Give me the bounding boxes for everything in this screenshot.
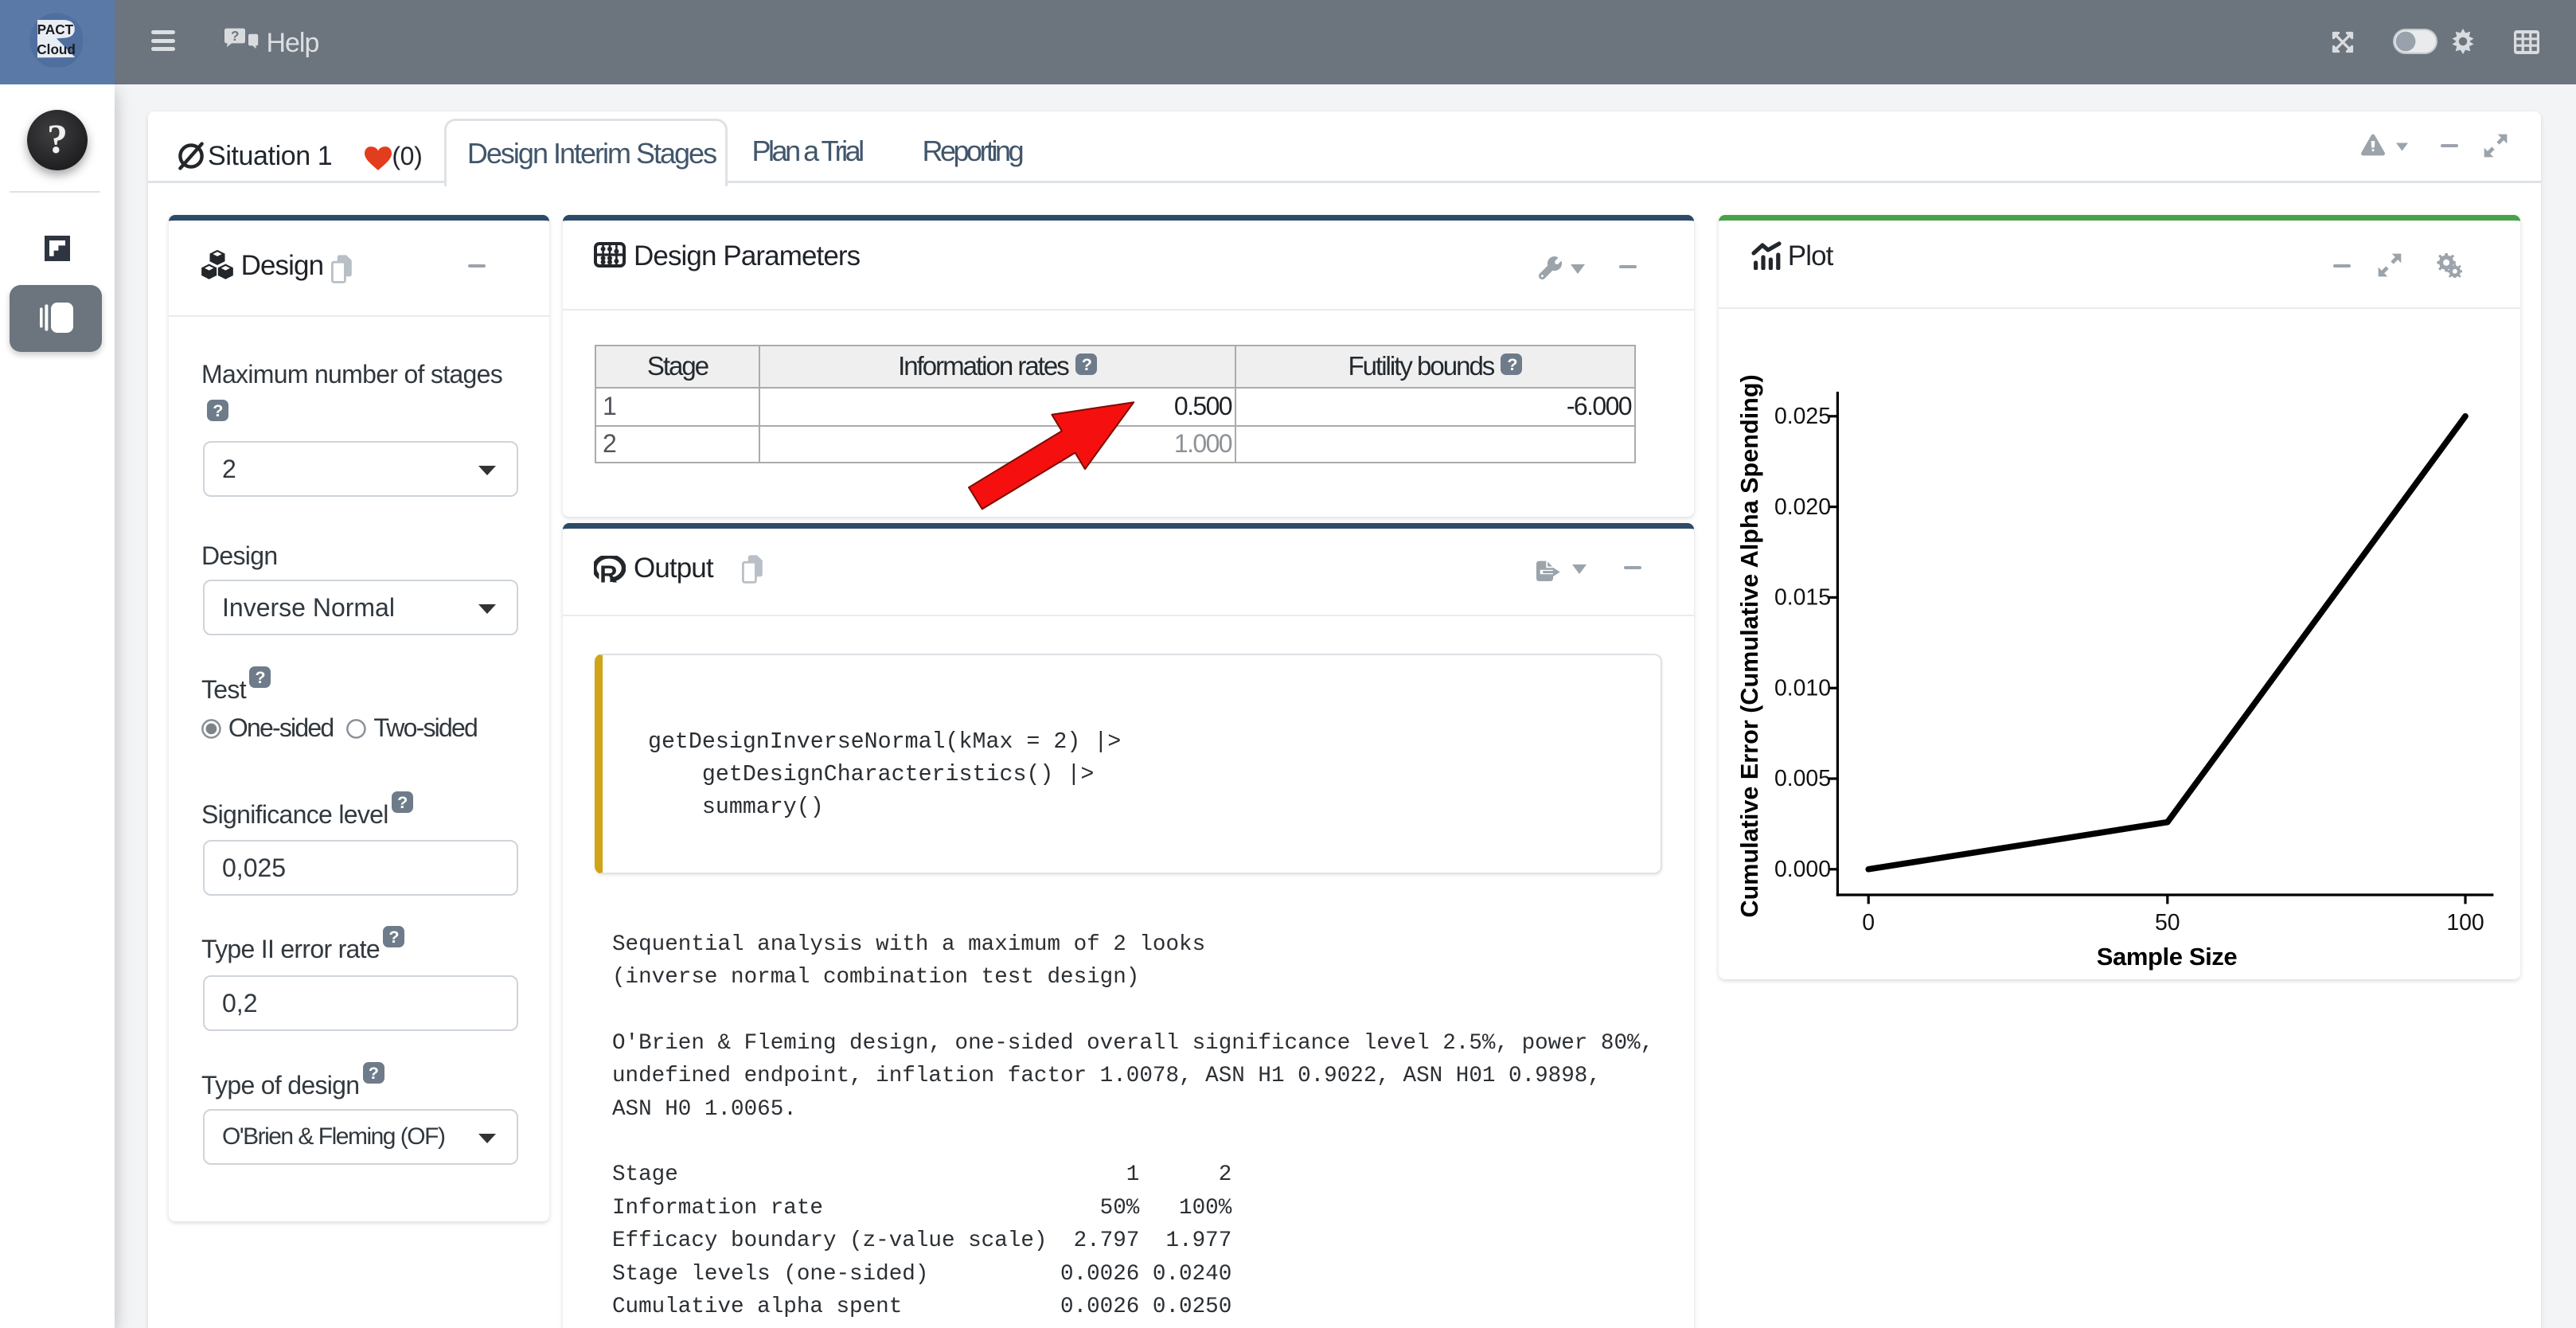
svg-text:0.025: 0.025 (1774, 404, 1831, 429)
svg-text:100: 100 (2446, 910, 2484, 935)
svg-text:0.015: 0.015 (1774, 585, 1831, 611)
svg-text:?: ? (231, 28, 239, 44)
svg-text:0.000: 0.000 (1774, 857, 1831, 882)
svg-text:R: R (599, 560, 617, 584)
svg-text:PACT: PACT (37, 21, 74, 37)
svg-text:0: 0 (1862, 910, 1875, 935)
svg-text:Cloud: Cloud (37, 41, 76, 57)
svg-text:50: 50 (2155, 910, 2180, 935)
svg-text:0.010: 0.010 (1774, 675, 1831, 701)
svg-text:Cumulative Error (Cumulative A: Cumulative Error (Cumulative Alpha Spend… (1736, 374, 1763, 917)
svg-text:Sample Size: Sample Size (2097, 943, 2238, 971)
svg-text:0.020: 0.020 (1774, 494, 1831, 520)
svg-text:0.005: 0.005 (1774, 766, 1831, 791)
